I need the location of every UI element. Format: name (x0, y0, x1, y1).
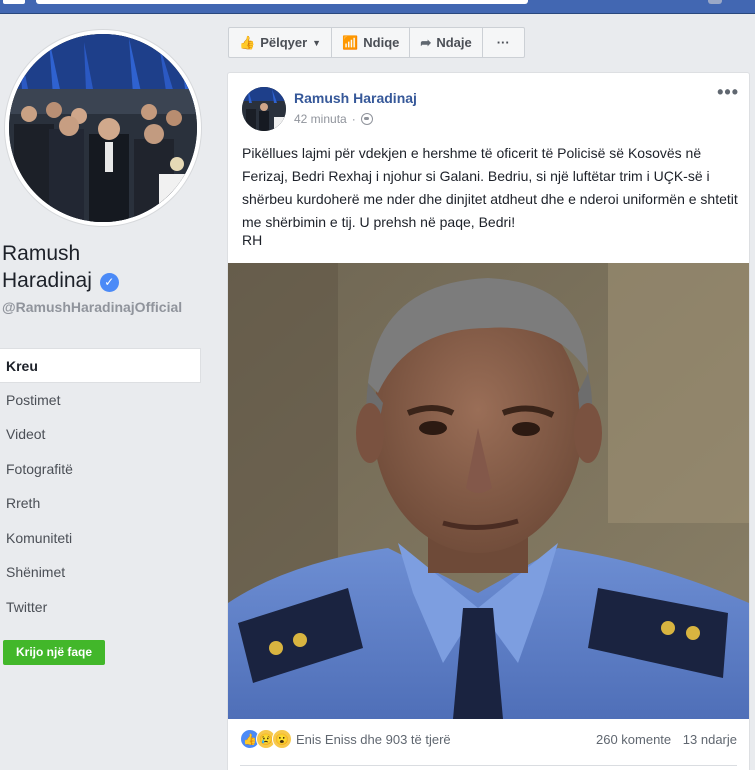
nav-item-komuniteti[interactable]: Komuniteti (0, 521, 201, 556)
police-officer-photo (228, 263, 749, 719)
post-reactions-bar: 👍 😢 😮 Enis Eniss dhe 903 të tjerë 260 ko… (228, 719, 749, 759)
more-options-button[interactable]: ··· (481, 27, 525, 58)
nav-item-shenimet[interactable]: Shënimet (0, 555, 201, 590)
divider (240, 765, 737, 766)
globe-icon[interactable] (360, 113, 373, 125)
top-navigation-bar (0, 0, 755, 14)
verified-badge-icon: ✓ (99, 273, 119, 292)
nav-item-postimet[interactable]: Postimet (0, 383, 201, 418)
meta-separator: · (351, 112, 356, 126)
reactors-summary[interactable]: Enis Eniss dhe 903 të tjerë (296, 732, 588, 747)
nav-item-kreu[interactable]: Kreu (0, 348, 201, 383)
page-name-line1: Ramush (2, 242, 81, 265)
share-button[interactable]: ➦ Ndaje (409, 27, 483, 58)
page-name-line2: Haradinaj (2, 269, 92, 292)
like-page-label: Pëlqyer (260, 35, 308, 50)
nav-item-fotografite[interactable]: Fotografitë (0, 452, 201, 487)
engagement-counts: 260 komente 13 ndarje (588, 732, 737, 747)
shares-count[interactable]: 13 ndarje (683, 732, 737, 747)
nav-item-rreth[interactable]: Rreth (0, 486, 201, 521)
wow-reaction-icon: 😮 (272, 729, 292, 749)
like-page-button[interactable]: 👍 Pëlqyer ▼ (228, 27, 333, 58)
profile-photo-image (9, 34, 197, 222)
page-title[interactable]: Ramush Haradinaj ✓ (2, 240, 207, 294)
page-action-bar: 👍 Pëlqyer ▼ 📶 Ndiqe ➦ Ndaje ··· (228, 27, 525, 58)
profile-picture[interactable] (9, 34, 197, 222)
reaction-icons[interactable]: 👍 😢 😮 (240, 729, 292, 749)
left-sidebar: Ramush Haradinaj ✓ @RamushHaradinajOffic… (0, 14, 213, 770)
page-navigation: Kreu Postimet Videot Fotografitë Rreth K… (0, 348, 201, 624)
follow-button[interactable]: 📶 Ndiqe (331, 27, 411, 58)
post-timestamp[interactable]: 42 minuta (294, 112, 347, 126)
create-page-button[interactable]: Krijo një faqe (3, 640, 105, 665)
more-dots-label: ··· (496, 35, 510, 50)
post-options-icon[interactable]: ••• (717, 83, 739, 101)
post-body-text: Pikëllues lajmi për vdekjen e hershme të… (242, 145, 738, 230)
post-author-avatar[interactable] (242, 87, 286, 131)
caret-down-icon: ▼ (312, 37, 322, 48)
facebook-logo-icon[interactable] (3, 0, 25, 4)
user-avatar[interactable] (708, 0, 722, 4)
author-avatar-image (242, 87, 286, 131)
main-content: 👍 Pëlqyer ▼ 📶 Ndiqe ➦ Ndaje ··· Ramush H… (213, 14, 755, 770)
search-input[interactable] (36, 0, 528, 4)
share-arrow-icon: ➦ (420, 34, 432, 50)
nav-item-videot[interactable]: Videot (0, 417, 201, 452)
follow-label: Ndiqe (363, 35, 400, 50)
comments-count[interactable]: 260 komente (596, 732, 671, 747)
post-author-name[interactable]: Ramush Haradinaj (294, 90, 417, 106)
post-photo[interactable] (228, 263, 749, 719)
profile-picture-frame (5, 30, 201, 226)
post-meta: 42 minuta · (294, 112, 373, 126)
share-label: Ndaje (436, 35, 472, 50)
nav-item-twitter[interactable]: Twitter (0, 590, 201, 625)
post-card: Ramush Haradinaj 42 minuta · ••• Pikëllu… (227, 72, 750, 770)
rss-feed-icon: 📶 (342, 34, 359, 50)
post-signature: RH (242, 232, 263, 248)
page-handle[interactable]: @RamushHaradinajOfficial (2, 299, 202, 315)
thumbs-up-icon: 👍 (239, 34, 256, 50)
